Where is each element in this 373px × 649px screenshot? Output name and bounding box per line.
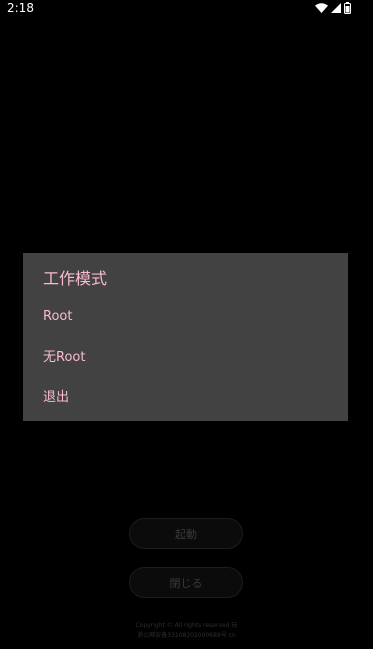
- start-button-label: 起動: [175, 527, 197, 541]
- status-icons: [315, 2, 351, 14]
- footer-icp: 浙公网安备33108202000689号 cn: [137, 632, 236, 639]
- cell-signal-icon: [331, 3, 341, 13]
- dialog-item-exit[interactable]: 退出: [23, 376, 348, 414]
- status-bar: 2:18: [0, 0, 373, 18]
- dialog-item-label: 无Root: [43, 349, 86, 365]
- wifi-icon: [315, 3, 328, 13]
- close-button[interactable]: 閉じる: [129, 567, 243, 598]
- dialog-item-no-root[interactable]: 无Root: [23, 336, 348, 374]
- status-time: 2:18: [7, 1, 34, 15]
- footer-copyright: Copyright © All rights reserved 玩: [135, 622, 238, 629]
- dialog-item-root[interactable]: Root: [23, 297, 348, 335]
- battery-icon: [344, 2, 351, 14]
- start-button[interactable]: 起動: [129, 518, 243, 549]
- work-mode-dialog: 工作模式 Root 无Root 退出: [23, 253, 348, 421]
- dialog-title: 工作模式: [43, 269, 108, 288]
- dialog-item-label: Root: [43, 308, 73, 324]
- close-button-label: 閉じる: [169, 576, 203, 590]
- dialog-item-label: 退出: [43, 389, 70, 405]
